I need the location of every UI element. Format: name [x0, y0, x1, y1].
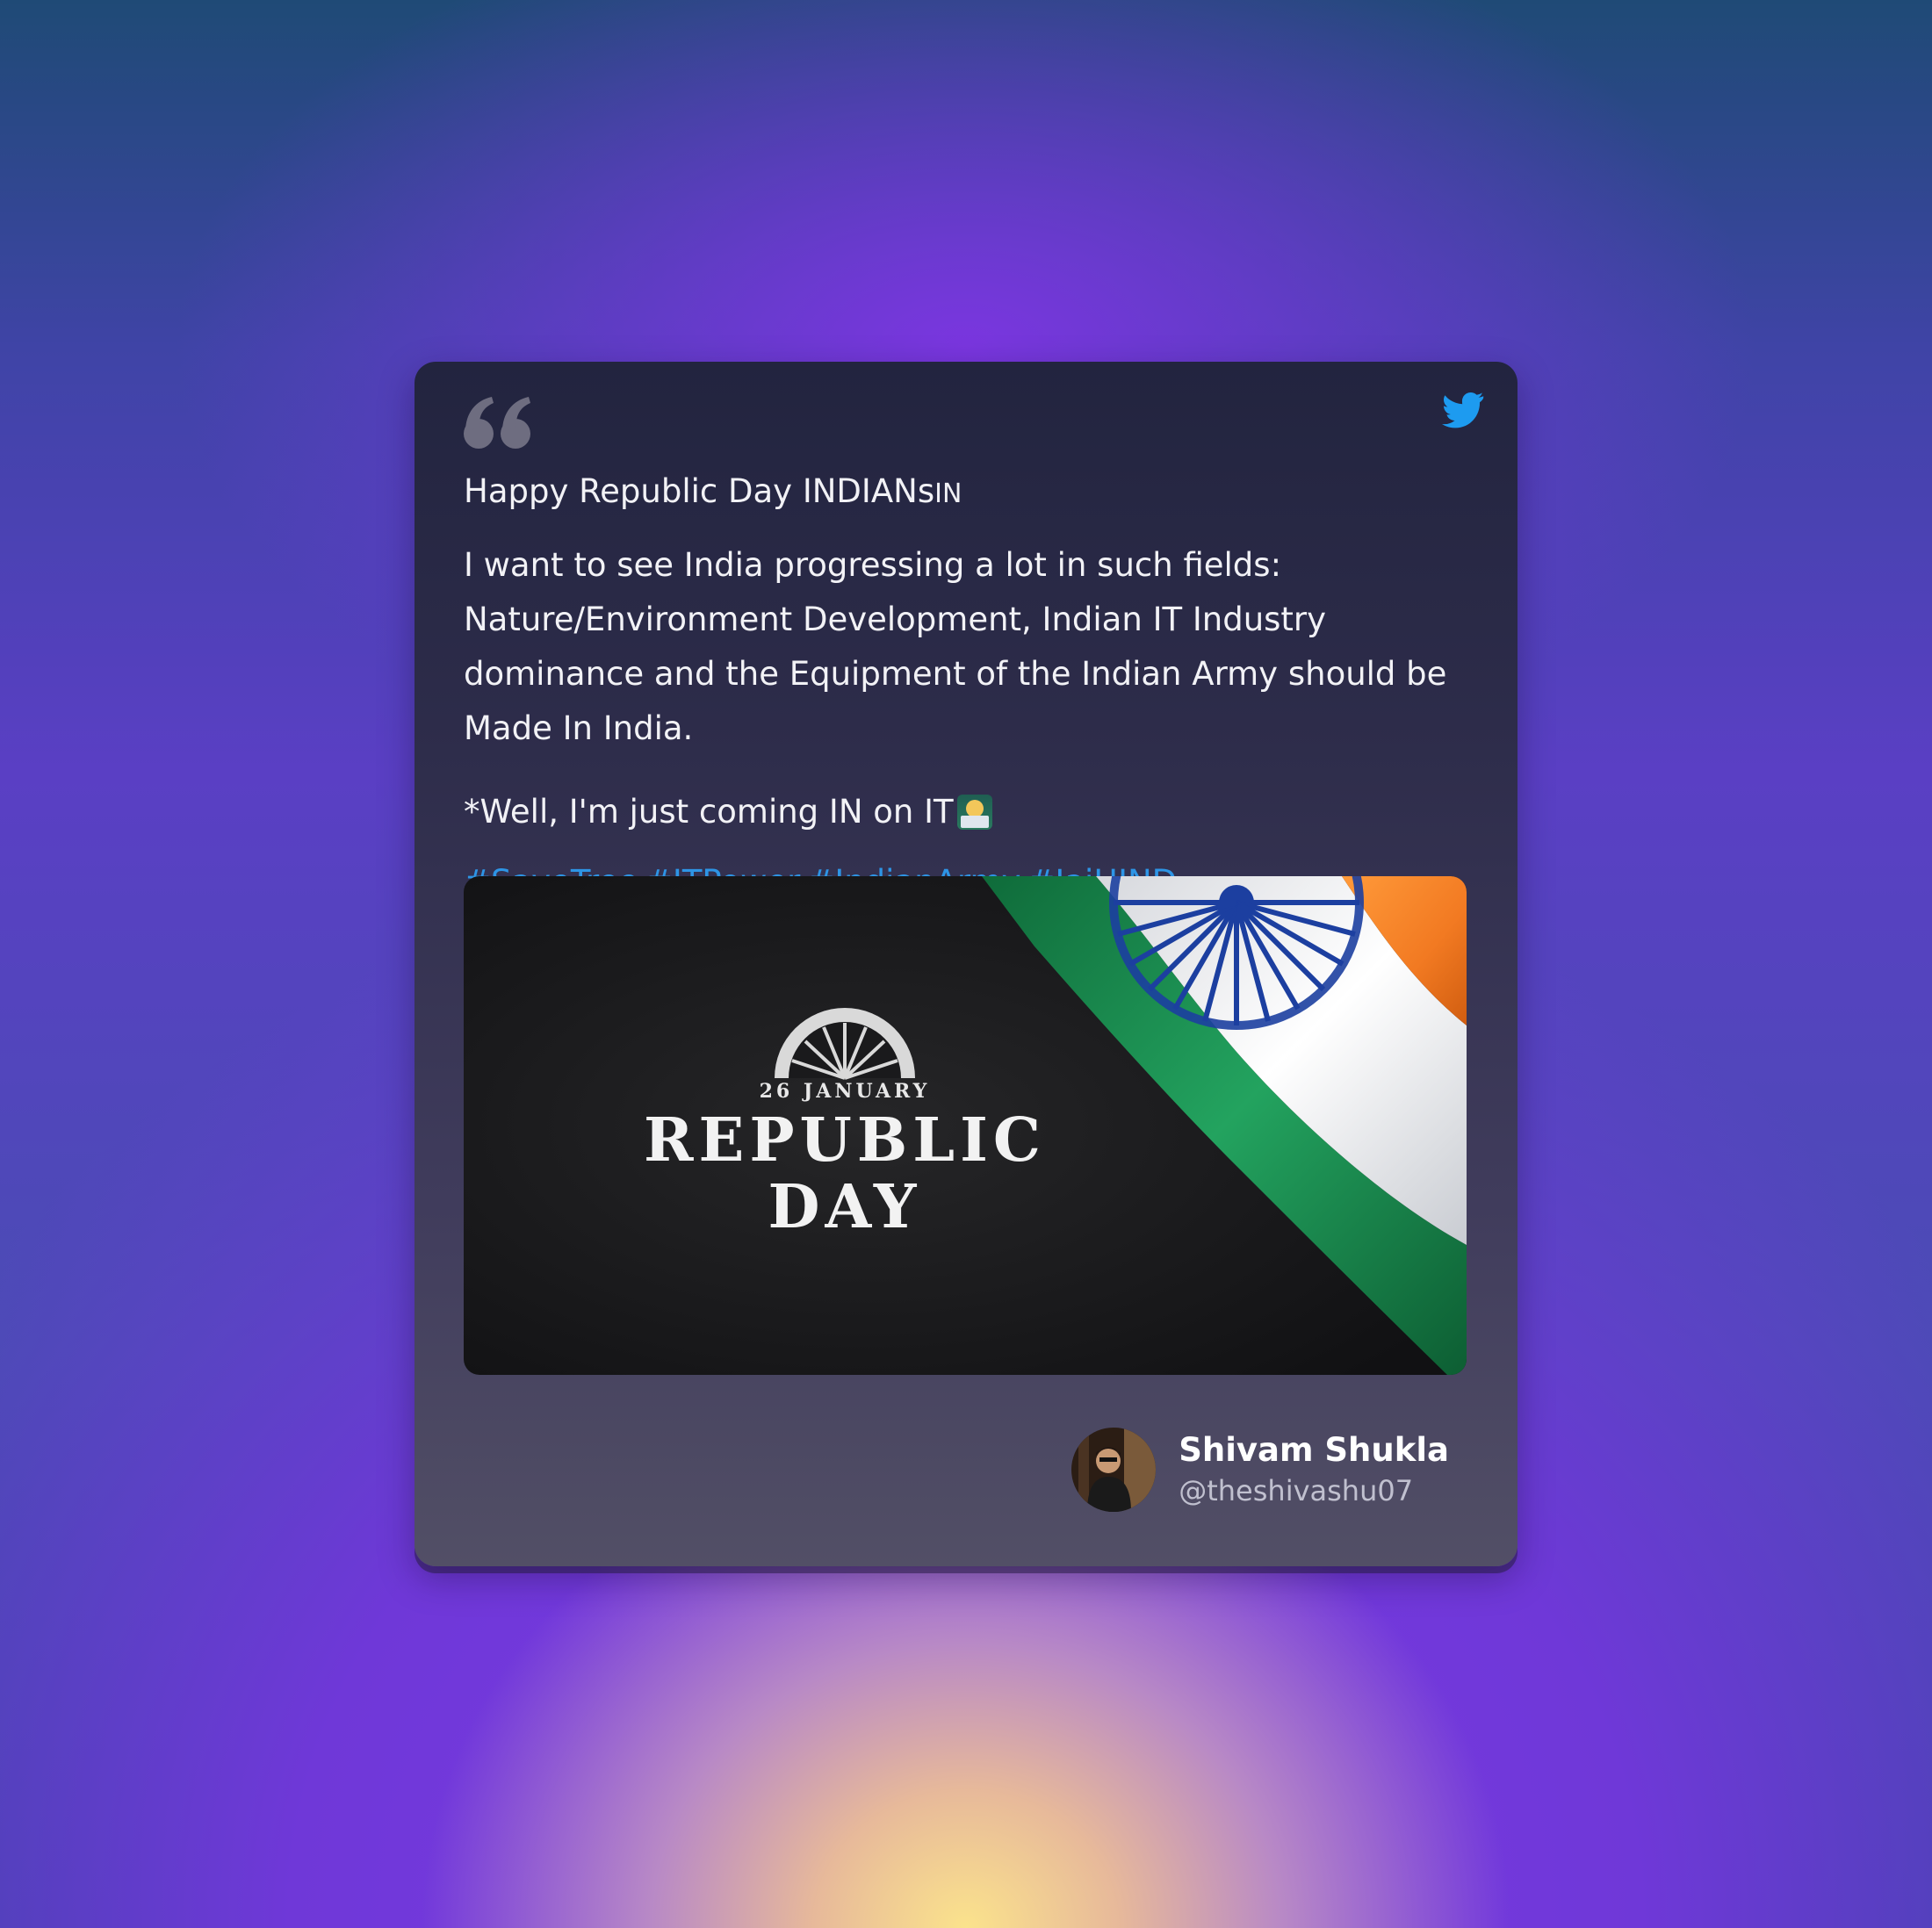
- author-handle[interactable]: @theshivashu07: [1179, 1471, 1449, 1510]
- image-date-text: 26 JANUARY: [760, 1080, 931, 1103]
- avatar[interactable]: [1071, 1428, 1157, 1512]
- tweet-greeting: Happy Republic Day INDIANsIN: [464, 467, 1474, 519]
- republic-day-graphic: 26 JANUARY REPUBLIC DAY: [464, 876, 1467, 1375]
- author-info[interactable]: Shivam Shukla @theshivashu07: [1071, 1428, 1449, 1512]
- greeting-suffix: IN: [934, 478, 962, 509]
- quote-icon: [464, 397, 530, 449]
- image-title-line2: DAY: [768, 1172, 922, 1242]
- tweet-body: I want to see India progressing a lot in…: [464, 546, 1447, 747]
- image-title-line1: REPUBLIC: [644, 1105, 1046, 1176]
- footnote-text: *Well, I'm just coming IN on IT: [464, 793, 954, 831]
- greeting-text: Happy Republic Day INDIANs: [464, 472, 935, 510]
- avatar-image: [1071, 1428, 1157, 1512]
- twitter-bird-icon[interactable]: [1438, 388, 1488, 430]
- author-text: Shivam Shukla @theshivashu07: [1179, 1429, 1449, 1510]
- author-name[interactable]: Shivam Shukla: [1179, 1429, 1449, 1471]
- tweet-footnote: *Well, I'm just coming IN on IT: [464, 788, 1474, 837]
- tweet-card: Happy Republic Day INDIANsIN I want to s…: [415, 362, 1517, 1566]
- technologist-emoji-icon: [956, 795, 992, 830]
- republic-day-image[interactable]: 26 JANUARY REPUBLIC DAY: [464, 876, 1467, 1375]
- tweet-text: Happy Republic Day INDIANsIN I want to s…: [464, 467, 1474, 907]
